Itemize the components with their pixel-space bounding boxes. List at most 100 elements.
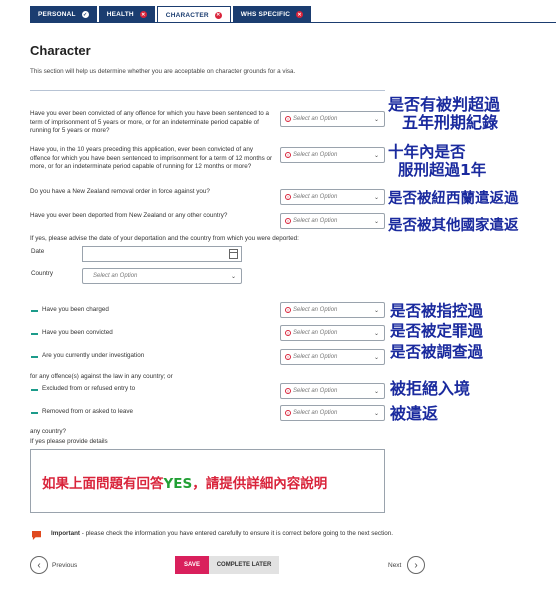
annotation-q3: 是否被紐西蘭遣返過: [388, 191, 519, 207]
warning-icon: !: [285, 194, 291, 200]
chevron-down-icon: ⌄: [373, 308, 379, 314]
list-dash: [31, 412, 38, 414]
annotation-q1: 是否有被判超過 五年刑期紀錄: [388, 96, 500, 132]
question-deported: Have you ever been deported from New Zea…: [30, 212, 228, 219]
select-country[interactable]: Select an Option ⌄: [82, 268, 242, 284]
select-placeholder: Select an Option: [293, 330, 338, 336]
question-ten-years: Have you, in the 10 years preceding this…: [30, 146, 273, 171]
annotation-investigation: 是否被調查過: [390, 343, 484, 361]
chevron-down-icon: ⌄: [373, 389, 379, 395]
select-placeholder: Select an Option: [93, 273, 138, 279]
annotation-text: 五年刑期紀錄: [402, 113, 499, 132]
next-button[interactable]: ›: [407, 556, 425, 574]
question-removed: Removed from or asked to leave: [42, 408, 133, 415]
tab-personal[interactable]: PERSONAL ✓: [30, 6, 97, 23]
tab-health[interactable]: HEALTH ✕: [98, 6, 155, 23]
flag-icon: [32, 531, 41, 540]
annotation-charged: 是否被指控過: [390, 302, 484, 320]
tab-bar: PERSONAL ✓ HEALTH ✕ CHARACTER ✕ WHS SPEC…: [30, 6, 313, 23]
chevron-down-icon: ⌄: [373, 195, 379, 201]
chevron-down-icon: ⌄: [373, 219, 379, 225]
complete-later-button[interactable]: COMPLETE LATER: [209, 556, 279, 574]
close-icon: ✕: [214, 11, 222, 19]
question-investigation: Are you currently under investigation: [42, 352, 145, 359]
question-excluded: Excluded from or refused entry to: [42, 385, 136, 392]
list-dash: [31, 356, 38, 358]
any-country-text: any country?: [30, 428, 67, 435]
annotation-q4: 是否被其他國家遣返: [388, 218, 519, 234]
close-icon: ✕: [139, 11, 147, 18]
question-long-sentence: Have you ever been convicted of any offe…: [30, 110, 269, 135]
select-excluded[interactable]: ! Select an Option ⌄: [280, 383, 385, 399]
deportation-followup: If yes, please advise the date of your d…: [30, 235, 299, 242]
previous-label[interactable]: Previous: [52, 562, 77, 569]
select-deported[interactable]: ! Select an Option ⌄: [280, 213, 385, 229]
previous-button[interactable]: ‹: [30, 556, 48, 574]
annotation-text: 如果上面問題有回答: [42, 476, 164, 492]
close-icon: ✕: [296, 11, 304, 18]
important-notice: Important - please check the information…: [51, 529, 396, 538]
calendar-icon[interactable]: [229, 249, 238, 259]
warning-icon: !: [285, 152, 291, 158]
warning-icon: !: [285, 218, 291, 224]
question-convicted: Have you been convicted: [42, 329, 113, 336]
save-button[interactable]: SAVE: [175, 556, 209, 574]
warning-icon: !: [285, 410, 291, 416]
date-input[interactable]: [82, 246, 242, 262]
section-intro: This section will help us determine whet…: [30, 68, 296, 75]
annotation-text: ，請提供詳細內容說明: [192, 476, 328, 492]
chevron-down-icon: ⌄: [373, 355, 379, 361]
select-removed[interactable]: ! Select an Option ⌄: [280, 405, 385, 421]
select-placeholder: Select an Option: [293, 152, 338, 158]
chevron-down-icon: ⌄: [373, 411, 379, 417]
country-label: Country: [31, 270, 54, 277]
annotation-removed: 被遣返: [390, 404, 439, 423]
textarea-annotation: 如果上面問題有回答YES，請提供詳細內容說明: [42, 472, 327, 492]
chevron-right-icon: ›: [414, 559, 418, 571]
tab-label: WHS SPECIFIC: [240, 11, 291, 18]
select-investigation[interactable]: ! Select an Option ⌄: [280, 349, 385, 365]
list-dash: [31, 389, 38, 391]
divider: [30, 90, 385, 91]
chevron-down-icon: ⌄: [373, 331, 379, 337]
select-placeholder: Select an Option: [293, 218, 338, 224]
annotation-text: 是否有被判超過: [388, 95, 501, 114]
list-dash: [31, 310, 38, 312]
page-title: Character: [30, 43, 91, 58]
important-label: Important: [51, 530, 81, 537]
warning-icon: !: [285, 388, 291, 394]
annotation-convicted: 是否被定罪過: [390, 322, 484, 340]
select-nz-removal[interactable]: ! Select an Option ⌄: [280, 189, 385, 205]
tab-whs-specific[interactable]: WHS SPECIFIC ✕: [232, 6, 312, 23]
tab-label: PERSONAL: [38, 11, 76, 18]
warning-icon: !: [285, 307, 291, 313]
next-label[interactable]: Next: [388, 562, 401, 569]
chevron-down-icon: ⌄: [373, 153, 379, 159]
select-placeholder: Select an Option: [293, 354, 338, 360]
check-icon: ✓: [81, 11, 89, 18]
select-placeholder: Select an Option: [293, 307, 338, 313]
details-label: If yes please provide details: [30, 438, 108, 445]
tab-divider: [30, 22, 556, 23]
annotation-text: 十年內是否: [388, 143, 466, 161]
select-convicted[interactable]: ! Select an Option ⌄: [280, 325, 385, 341]
select-long-sentence[interactable]: ! Select an Option ⌄: [280, 111, 385, 127]
select-charged[interactable]: ! Select an Option ⌄: [280, 302, 385, 318]
question-charged: Have you been charged: [42, 306, 109, 313]
list-dash: [31, 333, 38, 335]
chevron-down-icon: ⌄: [230, 274, 236, 280]
select-placeholder: Select an Option: [293, 388, 338, 394]
chevron-left-icon: ‹: [37, 559, 41, 571]
law-text: for any offence(s) against the law in an…: [30, 373, 173, 380]
chevron-down-icon: ⌄: [373, 117, 379, 123]
important-text: - please check the information you have …: [80, 530, 393, 537]
question-nz-removal: Do you have a New Zealand removal order …: [30, 188, 210, 195]
tab-character[interactable]: CHARACTER ✕: [156, 6, 231, 23]
annotation-excluded: 被拒絕入境: [390, 379, 471, 398]
select-ten-years[interactable]: ! Select an Option ⌄: [280, 147, 385, 163]
warning-icon: !: [285, 330, 291, 336]
tab-label: CHARACTER: [165, 11, 209, 19]
select-placeholder: Select an Option: [293, 410, 338, 416]
warning-icon: !: [285, 354, 291, 360]
annotation-q2: 十年內是否 服刑超過1年: [388, 143, 486, 179]
